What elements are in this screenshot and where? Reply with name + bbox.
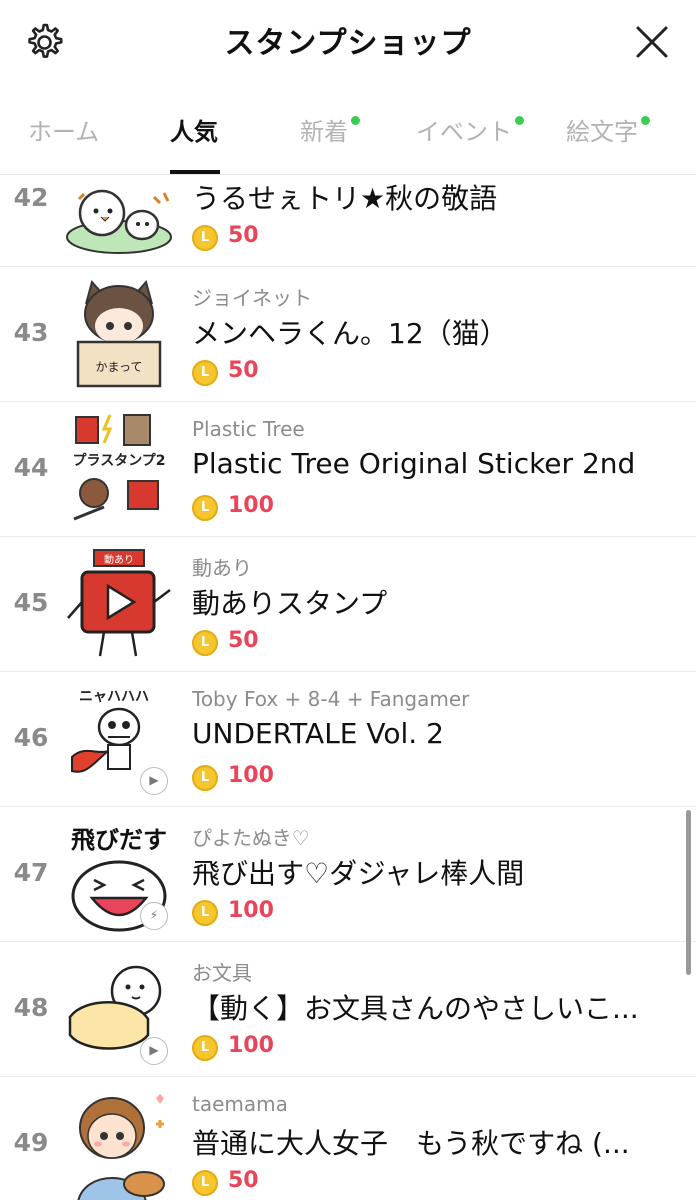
price-value: 100 xyxy=(228,1033,274,1058)
price-value: 100 xyxy=(228,898,274,923)
sticker-thumbnail: プラスタンプ2 xyxy=(72,414,166,521)
coin-icon: L xyxy=(192,225,218,251)
sticker-name: 【動く】お文具さんのやさしいこ... xyxy=(192,992,639,1025)
price-value: 100 xyxy=(228,763,274,788)
price-value: 100 xyxy=(228,493,274,518)
rank-number: 45 xyxy=(13,588,49,617)
thumbnail-text: 飛びだす xyxy=(71,826,167,854)
author-name: 動あり xyxy=(192,556,252,580)
tab-new[interactable]: 新着 xyxy=(300,112,360,147)
list-item[interactable]: 45 動あり 動あり 動ありスタンプ L 50 xyxy=(0,536,696,672)
tab-label: ホーム xyxy=(28,118,100,146)
list-item[interactable]: 49 taemama 普通に大人女子 もう秋ですね (... L 50 xyxy=(0,1076,696,1200)
thumbnail-text: ニャハハハ xyxy=(79,689,149,705)
sticker-name: Plastic Tree Original Sticker 2nd xyxy=(192,447,636,480)
coin-icon: L xyxy=(192,765,218,791)
tab-bar: ホーム 人気 新着 イベント 絵文字 xyxy=(0,84,696,175)
author-name: ぴよたぬき♡ xyxy=(192,826,310,850)
sticker-name: 動ありスタンプ xyxy=(192,587,388,620)
tab-label: 人気 xyxy=(170,118,218,146)
list-item[interactable]: 46 ニャハハハ ▶ Toby Fox + 8-4 + Fangamer UND… xyxy=(0,671,696,807)
coin-icon: L xyxy=(192,495,218,521)
rank-number: 49 xyxy=(13,1128,49,1157)
author-name: Plastic Tree xyxy=(192,417,305,441)
rank-number: 42 xyxy=(13,183,49,212)
animated-badge-icon: ▶ xyxy=(140,1037,168,1065)
sticker-name: UNDERTALE Vol. 2 xyxy=(192,717,444,750)
rank-number: 43 xyxy=(13,318,49,347)
sticker-thumbnail: かまって xyxy=(76,279,162,388)
rank-number: 46 xyxy=(13,723,49,752)
author-name: ジョイネット xyxy=(192,286,312,310)
coin-icon: L xyxy=(192,900,218,926)
thumbnail-text: プラスタンプ2 xyxy=(72,453,165,469)
thumbnail-text: かまって xyxy=(96,360,143,374)
animated-badge-icon: ▶ xyxy=(140,767,168,795)
sticker-name: うるせぇトリ★秋の敬語 xyxy=(192,182,498,215)
author-name: お文具 xyxy=(192,961,252,985)
sticker-thumbnail xyxy=(66,189,172,254)
rank-number: 47 xyxy=(13,858,49,887)
thumbnail-text: 動あり xyxy=(104,553,134,566)
new-dot-indicator xyxy=(641,116,650,125)
list-item[interactable]: 42 うるせぇトリ★秋の敬語 L 50 xyxy=(0,175,696,267)
tab-emoji[interactable]: 絵文字 xyxy=(566,112,650,147)
sticker-name: メンヘラくん。12（猫） xyxy=(192,317,508,350)
coin-icon: L xyxy=(192,1035,218,1061)
header: スタンプショップ xyxy=(0,0,696,84)
price-value: 50 xyxy=(228,628,259,653)
tab-label: 絵文字 xyxy=(566,118,638,146)
tab-label: イベント xyxy=(416,118,512,146)
price-value: 50 xyxy=(228,223,259,248)
new-dot-indicator xyxy=(351,116,360,125)
author-name: Toby Fox + 8-4 + Fangamer xyxy=(192,687,470,711)
page-title: スタンプショップ xyxy=(224,26,472,61)
tab-popular[interactable]: 人気 xyxy=(170,112,218,147)
list-item[interactable]: 47 飛びだす ⚡ ぴよたぬき♡ 飛び出す♡ダジャレ棒人間 L 100 xyxy=(0,806,696,942)
sticker-thumbnail xyxy=(77,1094,165,1200)
sticker-name: 普通に大人女子 もう秋ですね (... xyxy=(192,1127,630,1160)
new-dot-indicator xyxy=(515,116,524,125)
rank-number: 48 xyxy=(13,993,49,1022)
coin-icon: L xyxy=(192,360,218,386)
sticker-thumbnail: 動あり xyxy=(67,549,171,657)
price-value: 50 xyxy=(228,1168,259,1193)
author-name: taemama xyxy=(192,1092,288,1116)
tab-label: 新着 xyxy=(300,118,348,146)
list-item[interactable]: 48 ▶ お文具 【動く】お文具さんのやさしいこ... L 100 xyxy=(0,941,696,1077)
lightning-badge-icon: ⚡ xyxy=(140,902,168,930)
close-icon[interactable] xyxy=(634,24,670,60)
list-item[interactable]: 44 プラスタンプ2 Plastic Tree Plastic Tree Ori… xyxy=(0,401,696,537)
tab-events[interactable]: イベント xyxy=(416,112,524,147)
scrollbar[interactable] xyxy=(686,810,691,975)
sticker-ranking-list: 42 うるせぇトリ★秋の敬語 L 50 43 かまって ジョイネット メンヘラく… xyxy=(0,175,696,1200)
coin-icon: L xyxy=(192,1170,218,1196)
tab-home[interactable]: ホーム xyxy=(28,112,99,147)
sticker-name: 飛び出す♡ダジャレ棒人間 xyxy=(192,857,525,890)
price-value: 50 xyxy=(228,358,259,383)
coin-icon: L xyxy=(192,630,218,656)
list-item[interactable]: 43 かまって ジョイネット メンヘラくん。12（猫） L 50 xyxy=(0,266,696,402)
rank-number: 44 xyxy=(13,453,49,482)
active-tab-indicator xyxy=(170,170,220,174)
